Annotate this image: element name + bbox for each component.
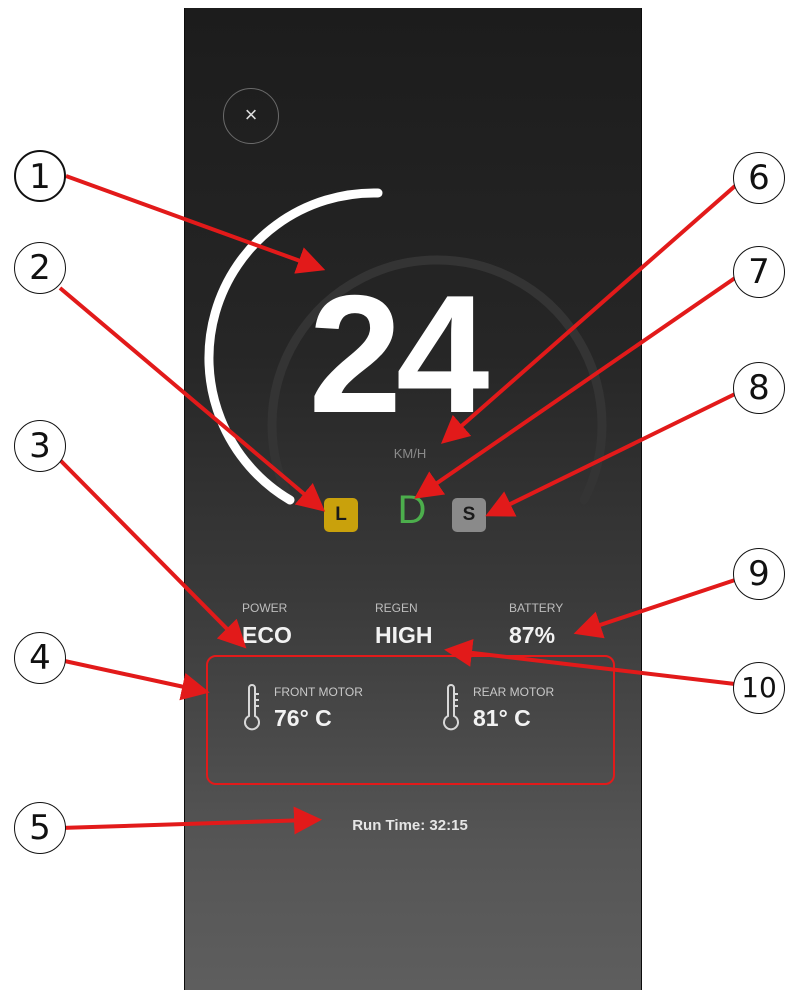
- arrow-8: [485, 392, 736, 517]
- arrow-4: [59, 658, 210, 701]
- callout-1: 1: [14, 150, 66, 202]
- arrow-2: [58, 286, 326, 512]
- callout-3: 3: [14, 420, 66, 472]
- callout-2: 2: [14, 242, 66, 294]
- callout-5: 5: [14, 802, 66, 854]
- arrow-9: [573, 578, 736, 639]
- annotation-arrows: [58, 174, 737, 835]
- arrow-6: [440, 184, 737, 444]
- arrow-7: [414, 276, 737, 499]
- arrow-10: [444, 638, 736, 686]
- arrow-3: [58, 458, 247, 649]
- callout-9: 9: [733, 548, 785, 600]
- arrow-1: [65, 174, 326, 274]
- callout-8: 8: [733, 362, 785, 414]
- arrow-5: [59, 806, 322, 835]
- callout-4: 4: [14, 632, 66, 684]
- callout-6: 6: [733, 152, 785, 204]
- callout-7: 7: [733, 246, 785, 298]
- callout-10: 10: [733, 662, 785, 714]
